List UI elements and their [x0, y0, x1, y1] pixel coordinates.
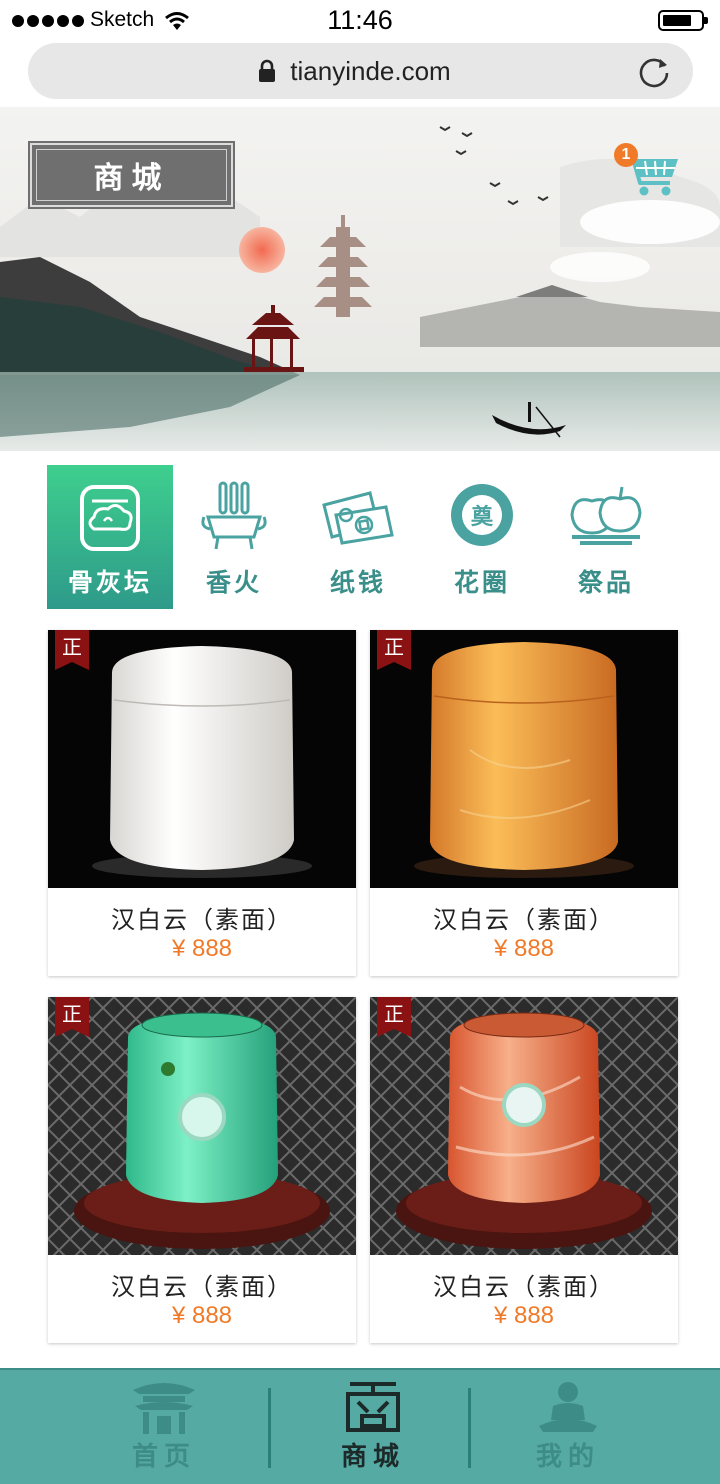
cart-button[interactable]: 1: [612, 143, 682, 199]
category-label: 花圈: [453, 568, 510, 597]
category-paper-money[interactable]: 纸钱: [295, 465, 421, 609]
meditating-person-icon: [539, 1382, 597, 1432]
status-bar: Sketch 11:46: [0, 0, 720, 42]
genuine-tag-icon: 正: [55, 630, 89, 670]
category-label: 香火: [205, 568, 262, 597]
product-card[interactable]: 正 汉白云（素面） ¥ 888: [48, 630, 356, 976]
product-price: ¥ 888: [171, 935, 233, 962]
genuine-tag-icon: 正: [55, 997, 89, 1037]
product-price: ¥ 888: [493, 935, 555, 962]
category-wreath[interactable]: 奠 花圈: [419, 465, 545, 609]
svg-text:正: 正: [62, 635, 82, 659]
product-photo: [48, 997, 356, 1255]
product-photo: [370, 997, 678, 1255]
category-label: 祭品: [577, 568, 634, 597]
category-label: 纸钱: [329, 568, 386, 597]
url-text[interactable]: tianyinde.com: [28, 56, 693, 87]
product-name: 汉白云（素面）: [111, 1273, 293, 1301]
hero-banner: 商城 1: [0, 107, 720, 451]
wreath-icon: 奠: [451, 484, 513, 546]
product-name: 汉白云（素面）: [433, 1273, 615, 1301]
page-title-plaque: 商城: [28, 141, 235, 209]
category-incense[interactable]: 香火: [171, 465, 297, 609]
product-photo: [370, 630, 678, 888]
nav-label: 首页: [131, 1442, 196, 1472]
nav-profile[interactable]: 我的: [468, 1370, 668, 1484]
nav-home[interactable]: 首页: [64, 1370, 264, 1484]
paper-money-icon: [322, 491, 394, 545]
nav-shop[interactable]: 商城: [273, 1370, 473, 1484]
pagoda-home-icon: [133, 1383, 195, 1434]
product-name: 汉白云（素面）: [433, 906, 615, 934]
product-card[interactable]: 正 汉白云（素面） ¥ 888: [48, 997, 356, 1343]
genuine-tag-icon: 正: [377, 630, 411, 670]
category-urn[interactable]: 骨灰坛: [47, 465, 173, 609]
svg-text:正: 正: [384, 1002, 404, 1026]
category-bar: 骨灰坛 香火 纸钱 奠 花圈 祭品: [47, 465, 667, 609]
shop-icon: [346, 1382, 400, 1432]
svg-text:正: 正: [62, 1002, 82, 1026]
status-time: 11:46: [327, 5, 393, 35]
incense-burner-icon: [201, 481, 267, 550]
category-offerings[interactable]: 祭品: [543, 465, 669, 609]
product-price: ¥ 888: [493, 1302, 555, 1329]
svg-text:奠: 奠: [471, 504, 494, 530]
nav-label: 商城: [340, 1442, 405, 1472]
fruit-plate-icon: [570, 486, 642, 545]
battery-icon: [658, 10, 708, 31]
svg-text:正: 正: [384, 635, 404, 659]
product-card[interactable]: 正 汉白云（素面） ¥ 888: [370, 630, 678, 976]
cart-count-badge: 1: [614, 143, 638, 167]
product-price: ¥ 888: [171, 1302, 233, 1329]
product-photo: [48, 630, 356, 888]
page-title: 商城: [93, 161, 170, 196]
address-bar[interactable]: tianyinde.com: [28, 43, 693, 99]
bottom-navigation: 首页 商城 我的: [0, 1368, 720, 1484]
genuine-tag-icon: 正: [377, 997, 411, 1037]
product-card[interactable]: 正 汉白云（素面） ¥ 888: [370, 997, 678, 1343]
nav-label: 我的: [535, 1442, 600, 1472]
urn-cloud-icon: [80, 485, 140, 551]
category-label: 骨灰坛: [67, 568, 152, 597]
nav-divider: [268, 1388, 271, 1468]
reload-icon[interactable]: [636, 53, 672, 89]
product-name: 汉白云（素面）: [111, 906, 293, 934]
